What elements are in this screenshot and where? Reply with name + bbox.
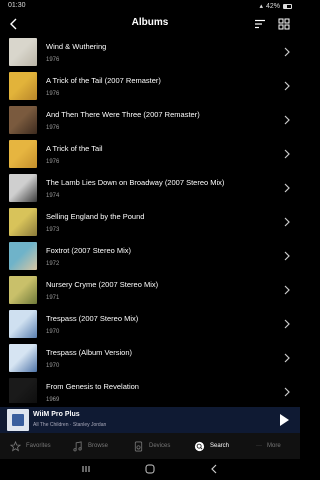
- now-playing-art: [7, 409, 29, 431]
- album-title: A Trick of the Tail (2007 Remaster): [46, 76, 161, 85]
- recent-apps-icon[interactable]: [80, 463, 92, 475]
- album-art: [9, 208, 37, 236]
- nav-browse-label: Browse: [88, 443, 109, 449]
- album-row[interactable]: Trespass (Album Version) 1970: [0, 342, 300, 376]
- album-title: And Then There Were Three (2007 Remaster…: [46, 110, 200, 119]
- nav-search[interactable]: Search: [194, 433, 229, 459]
- album-title: Trespass (2007 Stereo Mix): [46, 314, 139, 323]
- album-art: [9, 378, 37, 403]
- status-time: 01:30: [8, 2, 26, 9]
- album-title: Foxtrot (2007 Stereo Mix): [46, 246, 132, 255]
- album-year: 1976: [46, 91, 60, 97]
- speaker-icon: [134, 441, 143, 451]
- nav-more-label: More: [267, 443, 281, 449]
- album-year: 1969: [46, 397, 60, 403]
- album-title: Wind & Wuthering: [46, 42, 107, 51]
- play-icon[interactable]: [277, 413, 291, 427]
- album-row[interactable]: A Trick of the Tail (2007 Remaster) 1976: [0, 70, 300, 104]
- app-header: Albums: [0, 12, 300, 36]
- album-title: Selling England by the Pound: [46, 212, 145, 221]
- album-art: [9, 38, 37, 66]
- album-row[interactable]: Trespass (2007 Stereo Mix) 1970: [0, 308, 300, 342]
- album-title: Trespass (Album Version): [46, 348, 133, 357]
- grid-icon: [278, 18, 290, 30]
- album-art: [9, 174, 37, 202]
- chevron-right-icon: [284, 81, 290, 91]
- nav-devices-label: Devices: [149, 443, 171, 449]
- nav-browse[interactable]: Browse: [72, 433, 108, 459]
- sort-icon: [255, 19, 265, 29]
- system-nav-bar: [0, 459, 300, 480]
- album-art: [9, 140, 37, 168]
- bottom-nav: Favorites Browse Devices Search ··· More: [0, 433, 300, 459]
- chevron-right-icon: [284, 115, 290, 125]
- sort-button[interactable]: [250, 14, 270, 34]
- chevron-right-icon: [284, 149, 290, 159]
- album-year: 1970: [46, 363, 60, 369]
- chevron-right-icon: [284, 353, 290, 363]
- status-bar: 01:30 ▴ 42%: [0, 0, 300, 12]
- album-row[interactable]: And Then There Were Three (2007 Remaster…: [0, 104, 300, 138]
- chevron-right-icon: [284, 47, 290, 57]
- album-row[interactable]: From Genesis to Revelation 1969: [0, 376, 300, 403]
- nav-favorites[interactable]: Favorites: [10, 433, 51, 459]
- album-art: [9, 344, 37, 372]
- music-note-icon: [73, 440, 82, 451]
- album-title: From Genesis to Revelation: [46, 382, 139, 391]
- album-art: [9, 106, 37, 134]
- album-title: A Trick of the Tail: [46, 144, 103, 153]
- album-year: 1972: [46, 261, 60, 267]
- album-year: 1971: [46, 295, 60, 301]
- chevron-right-icon: [284, 319, 290, 329]
- chevron-right-icon: [284, 217, 290, 227]
- battery-percent: 42%: [265, 2, 280, 10]
- album-art: [9, 276, 37, 304]
- album-title: The Lamb Lies Down on Broadway (2007 Ste…: [46, 178, 225, 187]
- album-row[interactable]: The Lamb Lies Down on Broadway (2007 Ste…: [0, 172, 300, 206]
- album-year: 1974: [46, 193, 60, 199]
- chevron-right-icon: [284, 251, 290, 261]
- chevron-right-icon: [284, 183, 290, 193]
- album-title: Nursery Cryme (2007 Stereo Mix): [46, 280, 159, 289]
- now-playing-device: WiiM Pro Plus: [33, 411, 80, 418]
- star-icon: [10, 440, 21, 452]
- album-year: 1970: [46, 329, 60, 335]
- album-row[interactable]: Selling England by the Pound 1973: [0, 206, 300, 240]
- status-indicators: ▴ 42%: [259, 2, 292, 10]
- chevron-right-icon: [284, 387, 290, 397]
- chevron-right-icon: [284, 285, 290, 295]
- back-nav-icon[interactable]: [208, 463, 220, 475]
- now-playing-bar[interactable]: WiiM Pro Plus All The Children · Stanley…: [0, 407, 300, 433]
- album-art: [9, 242, 37, 270]
- home-icon[interactable]: [144, 463, 156, 475]
- signal-icon: ▴: [259, 3, 263, 10]
- album-row[interactable]: Nursery Cryme (2007 Stereo Mix) 1971: [0, 274, 300, 308]
- album-row[interactable]: Foxtrot (2007 Stereo Mix) 1972: [0, 240, 300, 274]
- album-year: 1976: [46, 125, 60, 131]
- nav-devices[interactable]: Devices: [133, 433, 170, 459]
- album-year: 1973: [46, 227, 60, 233]
- nav-more[interactable]: ··· More: [256, 433, 281, 459]
- album-row[interactable]: Wind & Wuthering 1976: [0, 36, 300, 70]
- search-icon: [194, 441, 205, 451]
- album-list: Wind & Wuthering 1976 A Trick of the Tai…: [0, 36, 300, 403]
- grid-view-button[interactable]: [274, 14, 294, 34]
- now-playing-track: All The Children · Stanley Jordan: [33, 422, 107, 428]
- nav-favorites-label: Favorites: [26, 443, 51, 449]
- battery-icon: [283, 3, 292, 9]
- album-row[interactable]: A Trick of the Tail 1976: [0, 138, 300, 172]
- album-art: [9, 310, 37, 338]
- more-dots-icon: ···: [256, 443, 262, 449]
- nav-search-label: Search: [210, 443, 230, 449]
- album-art: [9, 72, 37, 100]
- album-year: 1976: [46, 159, 60, 165]
- album-year: 1976: [46, 57, 60, 63]
